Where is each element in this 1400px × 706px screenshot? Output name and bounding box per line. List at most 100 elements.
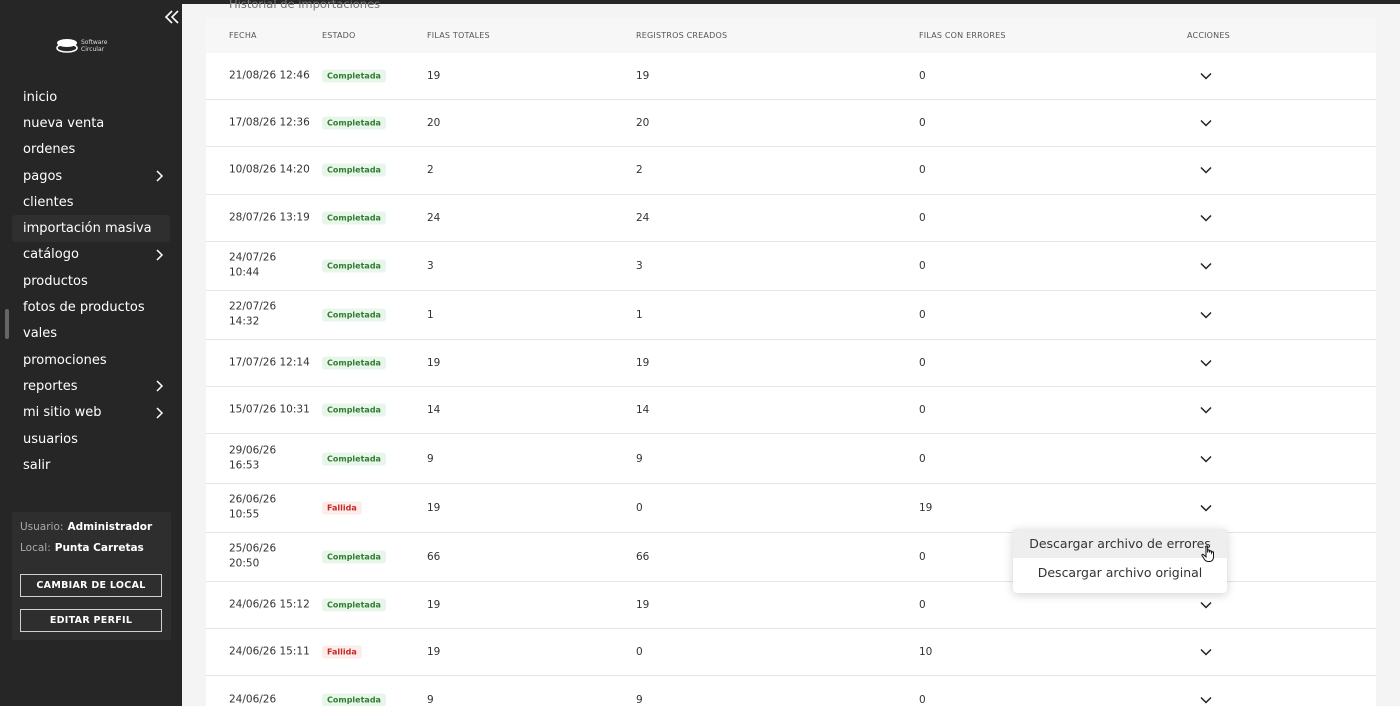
edit-profile-button[interactable]: EDITAR PERFIL	[20, 609, 162, 632]
chevron-right-icon	[156, 407, 164, 419]
chevron-down-icon[interactable]	[1199, 70, 1213, 82]
change-local-button[interactable]: CAMBIAR DE LOCAL	[20, 574, 162, 597]
status-badge: Completada	[322, 403, 386, 417]
sidebar-scrollbar[interactable]	[5, 309, 9, 339]
cell-estado: Completada	[322, 69, 386, 83]
sidebar-item[interactable]: reportes	[12, 373, 170, 399]
sidebar-item[interactable]: promociones	[12, 347, 170, 373]
sidebar-item[interactable]: vales	[12, 321, 170, 347]
chevron-down-icon[interactable]	[1199, 357, 1213, 369]
header-filas-totales: FILAS TOTALES	[427, 31, 490, 40]
cell-filas-con-errores: 0	[919, 117, 926, 130]
cell-estado: Completada	[322, 116, 386, 130]
status-badge: Fallida	[322, 645, 362, 659]
sidebar-item-label: reportes	[23, 378, 78, 394]
chevron-down-icon[interactable]	[1199, 117, 1213, 129]
cell-registros-creados: 9	[636, 694, 643, 706]
table-header: FECHA ESTADO FILAS TOTALES REGISTROS CRE…	[206, 18, 1376, 53]
sidebar-item-label: pagos	[23, 168, 63, 184]
fecha-line: 10:44	[229, 266, 260, 279]
cell-estado: Completada	[322, 452, 386, 465]
download-errors-menu-item[interactable]: Descargar archivo de errores	[1013, 529, 1227, 558]
chevron-down-icon[interactable]	[1199, 694, 1213, 706]
logo: Software Circular	[56, 38, 107, 53]
download-original-menu-item[interactable]: Descargar archivo original	[1013, 558, 1227, 587]
cell-filas-con-errores: 0	[919, 211, 926, 224]
chevron-down-icon[interactable]	[1199, 599, 1213, 611]
sidebar-item[interactable]: mi sitio web	[12, 400, 170, 426]
cell-estado: Completada	[322, 356, 386, 370]
chevron-down-icon[interactable]	[1199, 164, 1213, 176]
cell-registros-creados: 19	[636, 357, 650, 370]
cell-fecha: 24/06/26	[229, 692, 276, 706]
fecha-line: 16:53	[229, 459, 260, 472]
sidebar-nav: inicio nueva venta ordenes pagos clientes imp…	[12, 84, 170, 478]
cell-estado: Completada	[322, 308, 386, 322]
cell-registros-creados: 2	[636, 164, 643, 177]
user-info-panel: Usuario: Administrador Local: Punta Carret…	[12, 512, 171, 640]
table-row: 17/07/26 12:14 Completada 19 19 0	[206, 340, 1376, 388]
cell-registros-creados: 0	[636, 501, 643, 514]
table-row: 24/06/26 15:11 Fallida 19 0 10	[206, 629, 1376, 677]
chevron-down-icon[interactable]	[1199, 453, 1213, 465]
fecha-line: 10/08/26 14:20	[229, 163, 310, 176]
fecha-line: 20:50	[229, 557, 260, 570]
fecha-line: 24/07/26	[229, 251, 277, 264]
status-badge: Completada	[322, 598, 386, 612]
cell-registros-creados: 20	[636, 117, 650, 130]
fecha-line: 24/06/26 15:12	[229, 597, 310, 610]
cell-fecha: 22/07/26 14:32	[229, 299, 276, 330]
sidebar-item[interactable]: inicio	[12, 84, 170, 110]
chevron-right-icon	[156, 249, 164, 261]
fecha-line: 22/07/26	[229, 300, 277, 313]
chevron-down-icon[interactable]	[1199, 404, 1213, 416]
sidebar-item[interactable]: ordenes	[12, 137, 170, 163]
chevron-down-icon[interactable]	[1199, 212, 1213, 224]
sidebar-item[interactable]: fotos de productos	[12, 294, 170, 320]
status-badge: Completada	[322, 116, 386, 130]
cell-filas-totales: 2	[427, 164, 434, 177]
cell-filas-totales: 19	[427, 501, 441, 514]
local-label: Local:	[20, 542, 51, 554]
chevron-down-icon[interactable]	[1199, 260, 1213, 272]
sidebar-item[interactable]: salir	[12, 452, 170, 478]
cell-estado: Completada	[322, 550, 386, 563]
cell-estado: Fallida	[322, 645, 362, 659]
sidebar-item[interactable]: nueva venta	[12, 110, 170, 136]
section-title: Historial de importaciones	[229, 0, 381, 11]
sidebar-item[interactable]: pagos	[12, 163, 170, 189]
cell-fecha: 26/06/26 10:55	[229, 492, 276, 523]
fecha-line: 14:32	[229, 315, 260, 328]
chevron-down-icon[interactable]	[1199, 309, 1213, 321]
cell-fecha: 17/07/26 12:14	[229, 355, 310, 371]
status-badge: Completada	[322, 693, 386, 706]
cell-filas-con-errores: 0	[919, 550, 926, 563]
sidebar-item[interactable]: usuarios	[12, 426, 170, 452]
sidebar-item-label: ordenes	[23, 142, 76, 158]
status-badge: Completada	[322, 163, 386, 177]
double-chevron-left-icon[interactable]	[164, 8, 180, 26]
fecha-line: 17/07/26 12:14	[229, 356, 310, 369]
cell-estado: Completada	[322, 163, 386, 177]
sidebar-item[interactable]: catálogo	[12, 242, 170, 268]
sidebar-item-label: fotos de productos	[23, 300, 145, 316]
cell-filas-con-errores: 0	[919, 404, 926, 417]
sidebar-item[interactable]: productos	[12, 268, 170, 294]
chevron-right-icon	[156, 380, 164, 392]
sidebar-item[interactable]: importación masiva	[12, 215, 170, 242]
cell-filas-totales: 24	[427, 211, 441, 224]
sidebar-item-label: productos	[23, 273, 88, 289]
cell-registros-creados: 24	[636, 211, 650, 224]
cell-filas-con-errores: 10	[919, 645, 933, 658]
local-value: Punta Carretas	[54, 542, 144, 554]
table-row: 24/07/26 10:44 Completada 3 3 0	[206, 242, 1376, 291]
status-badge: Completada	[322, 211, 386, 225]
cell-filas-totales: 19	[427, 70, 441, 82]
cell-registros-creados: 0	[636, 645, 643, 658]
chevron-down-icon[interactable]	[1199, 646, 1213, 658]
chevron-down-icon[interactable]	[1199, 502, 1213, 514]
cell-filas-con-errores: 0	[919, 70, 926, 82]
status-badge: Fallida	[322, 501, 362, 514]
sidebar-item[interactable]: clientes	[12, 189, 170, 215]
fecha-line: 28/07/26 13:19	[229, 210, 310, 223]
